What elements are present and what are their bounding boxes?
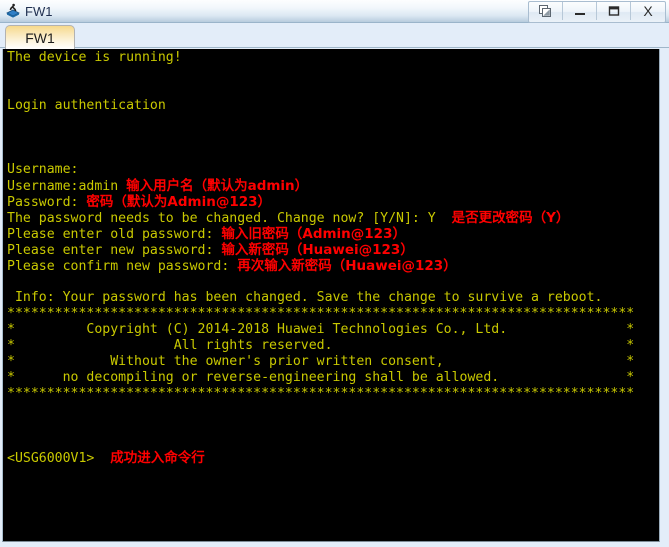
terminal-output: The device is running! Login authenticati… (7, 50, 659, 541)
terminal-line: Please enter old password: 输入旧密码（Admin@1… (7, 226, 659, 242)
close-icon-label: X (643, 3, 653, 19)
terminal-line-text: Please enter old password: (7, 227, 222, 242)
terminal-line-text: * no decompiling or reverse-engineering … (7, 370, 635, 385)
terminal-line-text: Please enter new password: (7, 243, 222, 258)
terminal-annotation: 输入用户名（默认为admin） (126, 178, 309, 194)
terminal-line-text: Login authentication (7, 98, 166, 113)
device-tab-strip: FW1 (0, 23, 669, 49)
terminal-annotation: 成功进入命令行 (110, 450, 205, 466)
terminal-line-text: ****************************************… (7, 306, 635, 321)
terminal-line-text: <USG6000V1> (7, 451, 111, 466)
terminal-line: * All rights reserved. * (7, 338, 659, 354)
terminal-line-text: ****************************************… (7, 386, 635, 401)
terminal-line: The password needs to be changed. Change… (7, 210, 659, 226)
terminal-line: Please confirm new password: 再次输入新密码（Hua… (7, 258, 659, 274)
terminal-line: Info: Your password has been changed. Sa… (7, 290, 659, 306)
terminal-annotation: 是否更改密码（Y） (451, 210, 570, 226)
terminal-line-text: * All rights reserved. * (7, 338, 635, 353)
terminal-line: * Copyright (C) 2014-2018 Huawei Technol… (7, 322, 659, 338)
terminal-line-text: * Copyright (C) 2014-2018 Huawei Technol… (7, 322, 635, 337)
terminal-line: Password: 密码（默认为Admin@123） (7, 194, 659, 210)
terminal-line: ****************************************… (7, 306, 659, 322)
terminal-line-text: The device is running! (7, 50, 182, 65)
ensp-device-console-window: FW1 X FW1 The device is running! Login a… (0, 0, 669, 547)
terminal-annotation: 密码（默认为Admin@123） (86, 194, 272, 210)
terminal-line-text: Info: Your password has been changed. Sa… (7, 290, 603, 305)
terminal-line: Username: (7, 162, 659, 178)
window-title: FW1 (25, 3, 53, 19)
terminal-annotation: 输入新密码（Huawei@123） (221, 242, 414, 258)
terminal-line-text: Password: (7, 195, 87, 210)
terminal-line: The device is running! (7, 50, 659, 66)
terminal-annotation: 输入旧密码（Admin@123） (221, 226, 406, 242)
terminal-line: Please enter new password: 输入新密码（Huawei@… (7, 242, 659, 258)
firewall-device-icon (4, 2, 22, 20)
terminal-line: <USG6000V1> 成功进入命令行 (7, 450, 659, 466)
minimize-button[interactable] (563, 2, 597, 20)
terminal-panel[interactable]: The device is running! Login authenticati… (2, 49, 660, 542)
terminal-line-text: The password needs to be changed. Change… (7, 211, 452, 226)
terminal-line-text: Username: (7, 162, 79, 177)
restore-button[interactable] (529, 2, 563, 20)
tab-fw1-label: FW1 (25, 29, 55, 46)
terminal-line: * no decompiling or reverse-engineering … (7, 370, 659, 386)
terminal-line: Username:admin 输入用户名（默认为admin） (7, 178, 659, 194)
terminal-line-text: * Without the owner's prior written cons… (7, 354, 635, 369)
close-button[interactable]: X (631, 2, 665, 20)
terminal-line: * Without the owner's prior written cons… (7, 354, 659, 370)
terminal-line-text: Please confirm new password: (7, 259, 238, 274)
terminal-line: Login authentication (7, 98, 659, 114)
terminal-line: ****************************************… (7, 386, 659, 402)
tab-fw1[interactable]: FW1 (5, 25, 75, 49)
maximize-button[interactable] (597, 2, 631, 20)
terminal-annotation: 再次输入新密码（Huawei@123） (237, 258, 457, 274)
terminal-line-text: Username:admin (7, 179, 127, 194)
window-titlebar: FW1 X (0, 0, 669, 23)
window-controls: X (528, 1, 666, 23)
